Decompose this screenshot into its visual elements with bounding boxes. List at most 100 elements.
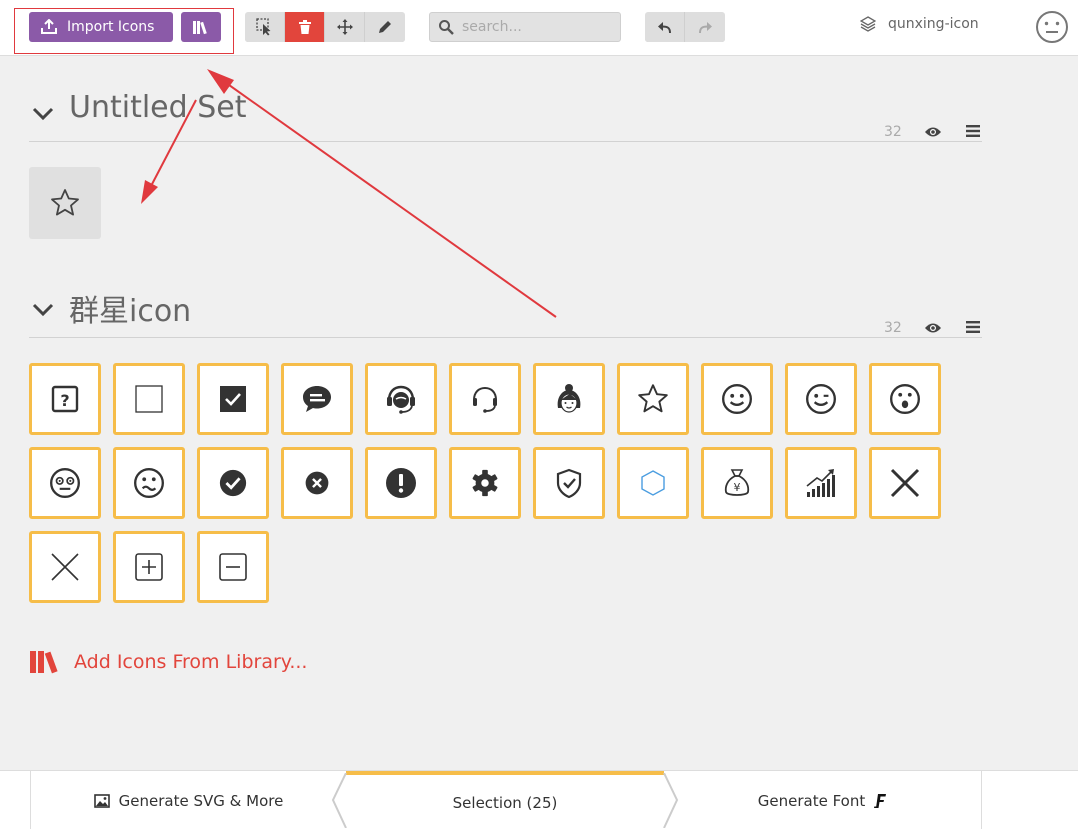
undo-button[interactable] [645, 12, 685, 42]
money-bag-icon: ¥ [724, 469, 750, 496]
check-circle-icon [219, 469, 247, 497]
icon-tile[interactable] [29, 447, 101, 519]
wink-icon [806, 384, 836, 414]
icon-tile[interactable] [533, 363, 605, 435]
search-box[interactable] [429, 12, 621, 42]
icon-tile[interactable] [281, 447, 353, 519]
icon-tile[interactable] [617, 363, 689, 435]
star-outline-icon [638, 384, 668, 413]
smile-icon [722, 384, 752, 414]
tab-separator-icon [663, 773, 679, 828]
edit-tool-group [245, 12, 405, 42]
generate-svg-tab[interactable]: Generate SVG & More [30, 771, 346, 829]
set-title: Untitled Set [69, 90, 247, 125]
font-glyph-icon [874, 793, 887, 808]
move-tool-button[interactable] [325, 12, 365, 42]
add-icons-from-library-label: Add Icons From Library... [74, 651, 308, 673]
layers-icon [860, 16, 876, 32]
headset-icon [473, 386, 497, 413]
redo-icon [699, 22, 712, 34]
user-avatar-icon[interactable] [1035, 10, 1069, 44]
annotation-highlight-box [14, 8, 234, 54]
icon-tile[interactable] [701, 363, 773, 435]
add-icons-from-library-link[interactable]: Add Icons From Library... [29, 650, 307, 674]
history-tool-group [645, 12, 725, 42]
generate-svg-label: Generate SVG & More [118, 791, 284, 810]
close-thin-icon [51, 553, 79, 581]
trash-icon [298, 20, 311, 34]
chevron-down-icon[interactable] [31, 298, 55, 322]
set-grid-size[interactable]: 32 [884, 320, 902, 336]
set-title: 群星icon [69, 294, 192, 329]
svg-text:¥: ¥ [734, 481, 741, 494]
icon-tile[interactable] [281, 363, 353, 435]
top-toolbar: Import Icons search... qunxing-icon [0, 0, 1078, 56]
select-tool-button[interactable] [245, 12, 285, 42]
star-outline-icon [51, 189, 79, 216]
tab-separator-icon [331, 773, 347, 828]
icon-tile[interactable] [113, 447, 185, 519]
close-circle-icon [305, 471, 329, 495]
undo-icon [657, 22, 671, 34]
icon-tile[interactable] [869, 447, 941, 519]
icon-tile[interactable] [113, 531, 185, 603]
redo-button[interactable] [685, 12, 725, 42]
icon-tile[interactable] [449, 363, 521, 435]
checked-square-icon [220, 386, 246, 412]
icon-tile[interactable] [197, 531, 269, 603]
icon-tile[interactable] [365, 447, 437, 519]
customer-service-headset-icon [387, 385, 415, 414]
icon-tile[interactable] [785, 447, 857, 519]
icon-tile[interactable] [365, 363, 437, 435]
surprised-icon [890, 384, 920, 414]
hamburger-menu-icon[interactable] [966, 320, 980, 334]
books-icon [30, 651, 58, 674]
exclamation-circle-icon [386, 468, 416, 498]
icon-tile[interactable] [869, 363, 941, 435]
hamburger-menu-icon[interactable] [966, 124, 980, 138]
icon-tile[interactable] [197, 447, 269, 519]
sad-face-icon [134, 468, 164, 498]
move-arrows-icon [336, 19, 353, 35]
icon-tile[interactable] [785, 363, 857, 435]
generate-font-label: Generate Font [757, 791, 866, 810]
generate-font-tab[interactable]: Generate Font [664, 771, 982, 829]
icon-tile[interactable] [29, 531, 101, 603]
selection-label: Selection (25) [452, 793, 558, 812]
signal-growth-icon [806, 469, 835, 497]
pencil-icon [379, 21, 391, 33]
icon-tile[interactable] [617, 447, 689, 519]
selection-tab[interactable]: Selection (25) [346, 771, 664, 829]
icon-tile[interactable]: ? [29, 363, 101, 435]
set-grid-size[interactable]: 32 [884, 124, 902, 140]
icon-tile[interactable] [533, 447, 605, 519]
delete-tool-button[interactable] [285, 12, 325, 42]
set-header-untitled: Untitled Set 32 [29, 90, 982, 142]
shield-check-icon [556, 468, 582, 499]
project-name: qunxing-icon [888, 16, 979, 32]
set-header-qunxing: 群星icon 32 [29, 286, 982, 338]
hexagon-icon [641, 470, 665, 496]
icon-grid: ? ¥ [29, 363, 953, 615]
cursor-select-icon [255, 18, 270, 36]
icon-tile[interactable] [197, 363, 269, 435]
woman-avatar-icon [557, 384, 581, 413]
gear-icon [472, 469, 498, 497]
eye-icon[interactable] [925, 322, 941, 334]
close-bold-icon [890, 468, 920, 498]
edit-tool-button[interactable] [365, 12, 405, 42]
plus-square-icon [135, 553, 163, 581]
chat-bubble-icon [303, 386, 331, 412]
icon-tile[interactable] [113, 363, 185, 435]
search-input[interactable] [462, 19, 612, 35]
icon-tile[interactable] [449, 447, 521, 519]
chevron-down-icon[interactable] [31, 102, 55, 126]
icon-tile[interactable]: ¥ [701, 447, 773, 519]
dizzy-face-icon [50, 468, 80, 498]
image-icon [93, 793, 110, 808]
eye-icon[interactable] [925, 126, 941, 138]
question-square-icon: ? [51, 385, 79, 413]
untitled-set-star-icon-tile[interactable] [29, 167, 101, 239]
svg-text:?: ? [60, 391, 69, 410]
project-selector[interactable]: qunxing-icon [860, 16, 979, 32]
